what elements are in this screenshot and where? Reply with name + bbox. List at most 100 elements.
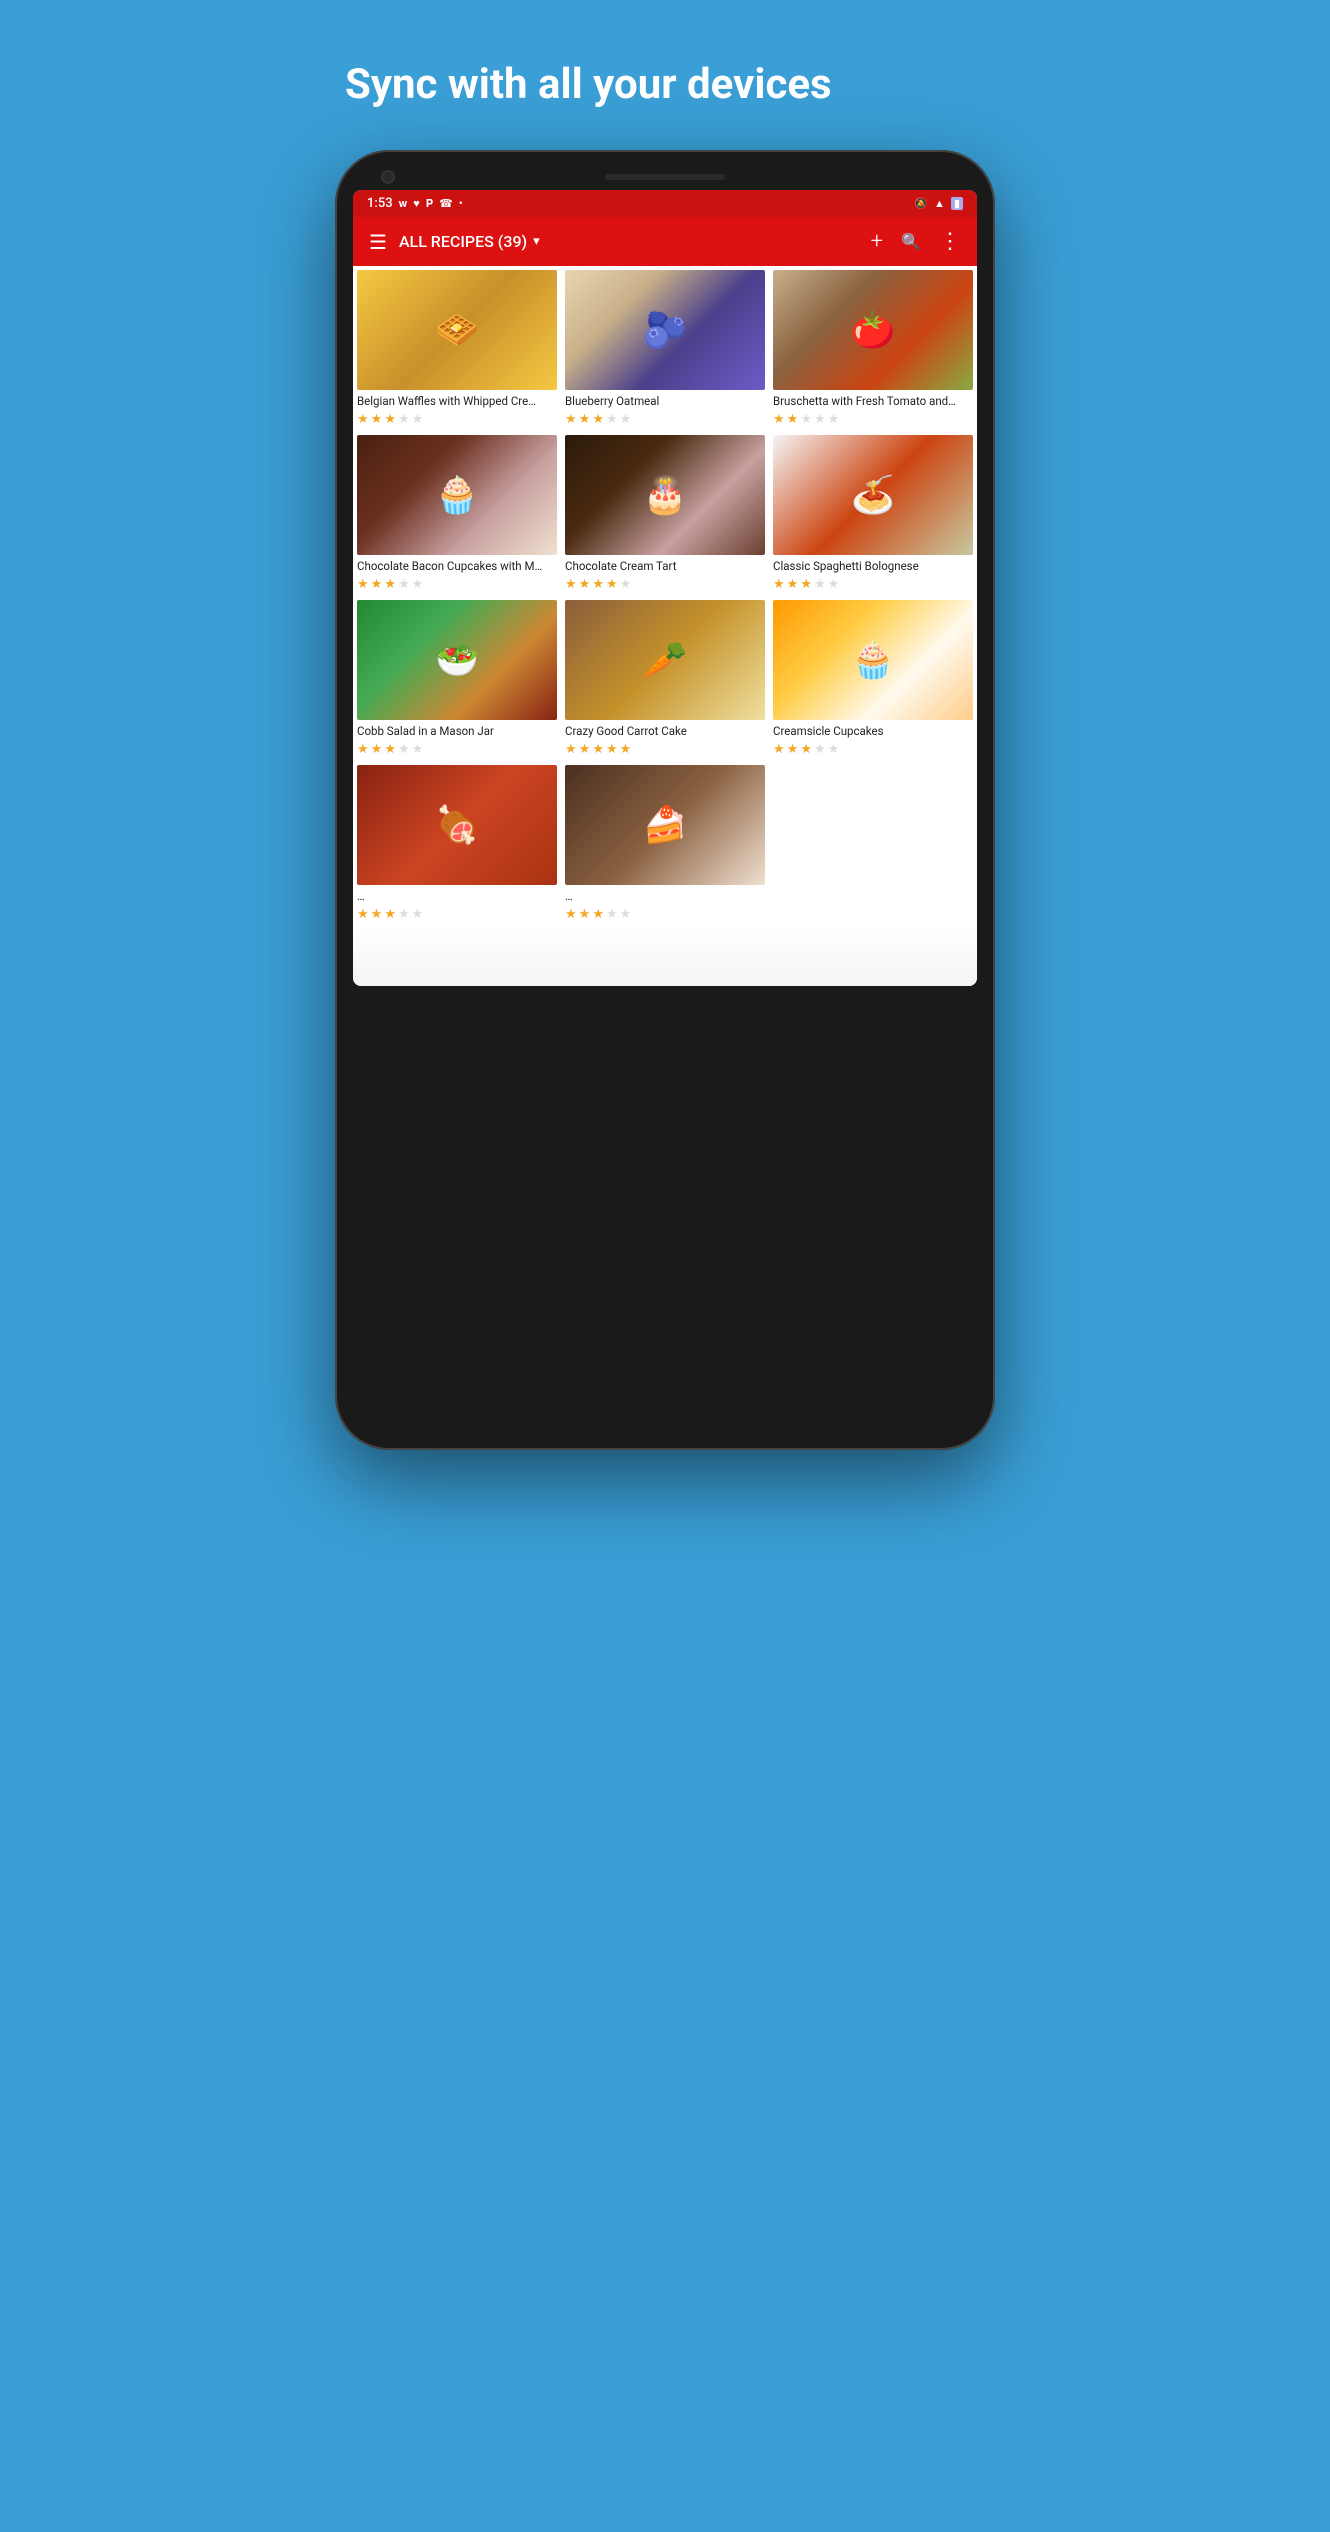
- star-filled: ★: [565, 907, 577, 922]
- app-toolbar: ☰ ALL RECIPES (39) ▾ + 🔍 ⋮: [353, 217, 977, 266]
- star-empty: ★: [620, 412, 632, 427]
- toolbar-title[interactable]: ALL RECIPES (39) ▾: [399, 232, 859, 251]
- star-filled: ★: [357, 577, 369, 592]
- hero-title: Sync with all your devices: [285, 0, 1045, 150]
- search-icon[interactable]: 🔍: [901, 232, 921, 251]
- battery-icon: ▮: [951, 197, 963, 210]
- star-filled: ★: [787, 577, 799, 592]
- p-icon: 𝐏: [426, 197, 433, 211]
- recipe-name: Bruschetta with Fresh Tomato and…: [773, 394, 973, 409]
- star-filled: ★: [620, 742, 632, 757]
- recipe-name: Belgian Waffles with Whipped Cre…: [357, 394, 557, 409]
- toolbar-icons: + 🔍 ⋮: [871, 229, 961, 254]
- star-filled: ★: [357, 412, 369, 427]
- dot-icon: •: [459, 197, 463, 210]
- heart-icon: ♥: [413, 197, 420, 210]
- star-filled: ★: [565, 742, 577, 757]
- star-empty: ★: [412, 577, 424, 592]
- star-filled: ★: [371, 577, 383, 592]
- phone-frame: 1:53 𝐰 ♥ 𝐏 ☎ • 🔕 ▲ ▮ ☰ ALL RECIPES (39): [335, 150, 995, 1450]
- recipe-image: 🎂: [565, 435, 765, 555]
- star-filled: ★: [384, 907, 396, 922]
- star-filled: ★: [579, 907, 591, 922]
- recipe-card[interactable]: 🥕 Crazy Good Carrot Cake ★★★★★: [561, 596, 769, 761]
- recipe-image: 🍰: [565, 765, 765, 885]
- star-filled: ★: [371, 907, 383, 922]
- star-empty: ★: [828, 577, 840, 592]
- recipe-card[interactable]: 🍅Bruschetta with Fresh Tomato and…★★★★★: [769, 266, 977, 431]
- recipe-name: Cobb Salad in a Mason Jar: [357, 724, 557, 739]
- star-filled: ★: [787, 412, 799, 427]
- star-empty: ★: [398, 742, 410, 757]
- camera: [381, 170, 395, 184]
- recipe-card[interactable]: 🎂 Chocolate Cream Tart ★★★★★: [561, 431, 769, 596]
- more-options-icon[interactable]: ⋮: [939, 229, 961, 254]
- recipe-image: 🧁: [773, 600, 973, 720]
- recipe-image: 🫐: [565, 270, 765, 390]
- recipe-name: Classic Spaghetti Bolognese: [773, 559, 973, 574]
- speaker: [605, 174, 725, 180]
- star-empty: ★: [606, 412, 618, 427]
- recipe-card[interactable]: 🧁 Creamsicle Cupcakes ★★★★★: [769, 596, 977, 761]
- recipe-image: 🥕: [565, 600, 765, 720]
- phone-wrapper: 1:53 𝐰 ♥ 𝐏 ☎ • 🔕 ▲ ▮ ☰ ALL RECIPES (39): [325, 150, 1005, 1450]
- star-empty: ★: [412, 412, 424, 427]
- hamburger-menu-icon[interactable]: ☰: [369, 230, 387, 254]
- recipe-card[interactable]: 🍝Classic Spaghetti Bolognese★★★★★: [769, 431, 977, 596]
- bottom-fade: [353, 926, 977, 986]
- recipe-card[interactable]: 🧇Belgian Waffles with Whipped Cre…★★★★★: [353, 266, 561, 431]
- w-icon: 𝐰: [399, 197, 408, 211]
- recipe-card[interactable]: 🍰…★★★★★: [561, 761, 769, 926]
- star-filled: ★: [592, 412, 604, 427]
- star-filled: ★: [592, 742, 604, 757]
- recipe-card[interactable]: 🍖…★★★★★: [353, 761, 561, 926]
- star-filled: ★: [579, 412, 591, 427]
- recipe-stars: ★★★★★: [565, 907, 765, 922]
- chevron-down-icon: ▾: [533, 234, 540, 249]
- star-empty: ★: [800, 412, 812, 427]
- star-filled: ★: [606, 742, 618, 757]
- star-empty: ★: [814, 742, 826, 757]
- recipe-stars: ★★★★★: [565, 742, 765, 757]
- recipe-stars: ★★★★★: [357, 577, 557, 592]
- star-empty: ★: [412, 907, 424, 922]
- recipe-name: Crazy Good Carrot Cake: [565, 724, 765, 739]
- recipe-stars: ★★★★★: [357, 412, 557, 427]
- add-recipe-icon[interactable]: +: [871, 229, 883, 254]
- star-empty: ★: [398, 577, 410, 592]
- star-filled: ★: [371, 742, 383, 757]
- recipe-card[interactable]: 🧁Chocolate Bacon Cupcakes with M…★★★★★: [353, 431, 561, 596]
- star-filled: ★: [592, 907, 604, 922]
- status-time: 1:53: [367, 196, 393, 211]
- star-filled: ★: [357, 907, 369, 922]
- status-left: 1:53 𝐰 ♥ 𝐏 ☎ •: [367, 196, 463, 211]
- star-empty: ★: [620, 907, 632, 922]
- star-filled: ★: [773, 742, 785, 757]
- recipe-card[interactable]: 🥗Cobb Salad in a Mason Jar★★★★★: [353, 596, 561, 761]
- phone-top-bar: [353, 168, 977, 190]
- recipe-image: 🥗: [357, 600, 557, 720]
- star-filled: ★: [357, 742, 369, 757]
- star-empty: ★: [828, 742, 840, 757]
- star-filled: ★: [579, 577, 591, 592]
- star-filled: ★: [371, 412, 383, 427]
- star-empty: ★: [606, 907, 618, 922]
- recipe-name: Chocolate Bacon Cupcakes with M…: [357, 559, 557, 574]
- recipe-name: …: [565, 889, 765, 904]
- bell-off-icon: 🔕: [914, 197, 928, 210]
- star-filled: ★: [800, 577, 812, 592]
- recipe-stars: ★★★★★: [773, 742, 973, 757]
- recipe-stars: ★★★★★: [773, 412, 973, 427]
- star-filled: ★: [592, 577, 604, 592]
- toolbar-title-text: ALL RECIPES (39): [399, 232, 527, 251]
- recipe-name: Chocolate Cream Tart: [565, 559, 765, 574]
- star-filled: ★: [384, 742, 396, 757]
- star-filled: ★: [800, 742, 812, 757]
- star-filled: ★: [565, 577, 577, 592]
- recipe-name: Creamsicle Cupcakes: [773, 724, 973, 739]
- star-empty: ★: [814, 412, 826, 427]
- phone-icon: ☎: [439, 197, 453, 210]
- recipe-stars: ★★★★★: [565, 577, 765, 592]
- recipe-card[interactable]: 🫐Blueberry Oatmeal★★★★★: [561, 266, 769, 431]
- recipe-name: …: [357, 889, 557, 904]
